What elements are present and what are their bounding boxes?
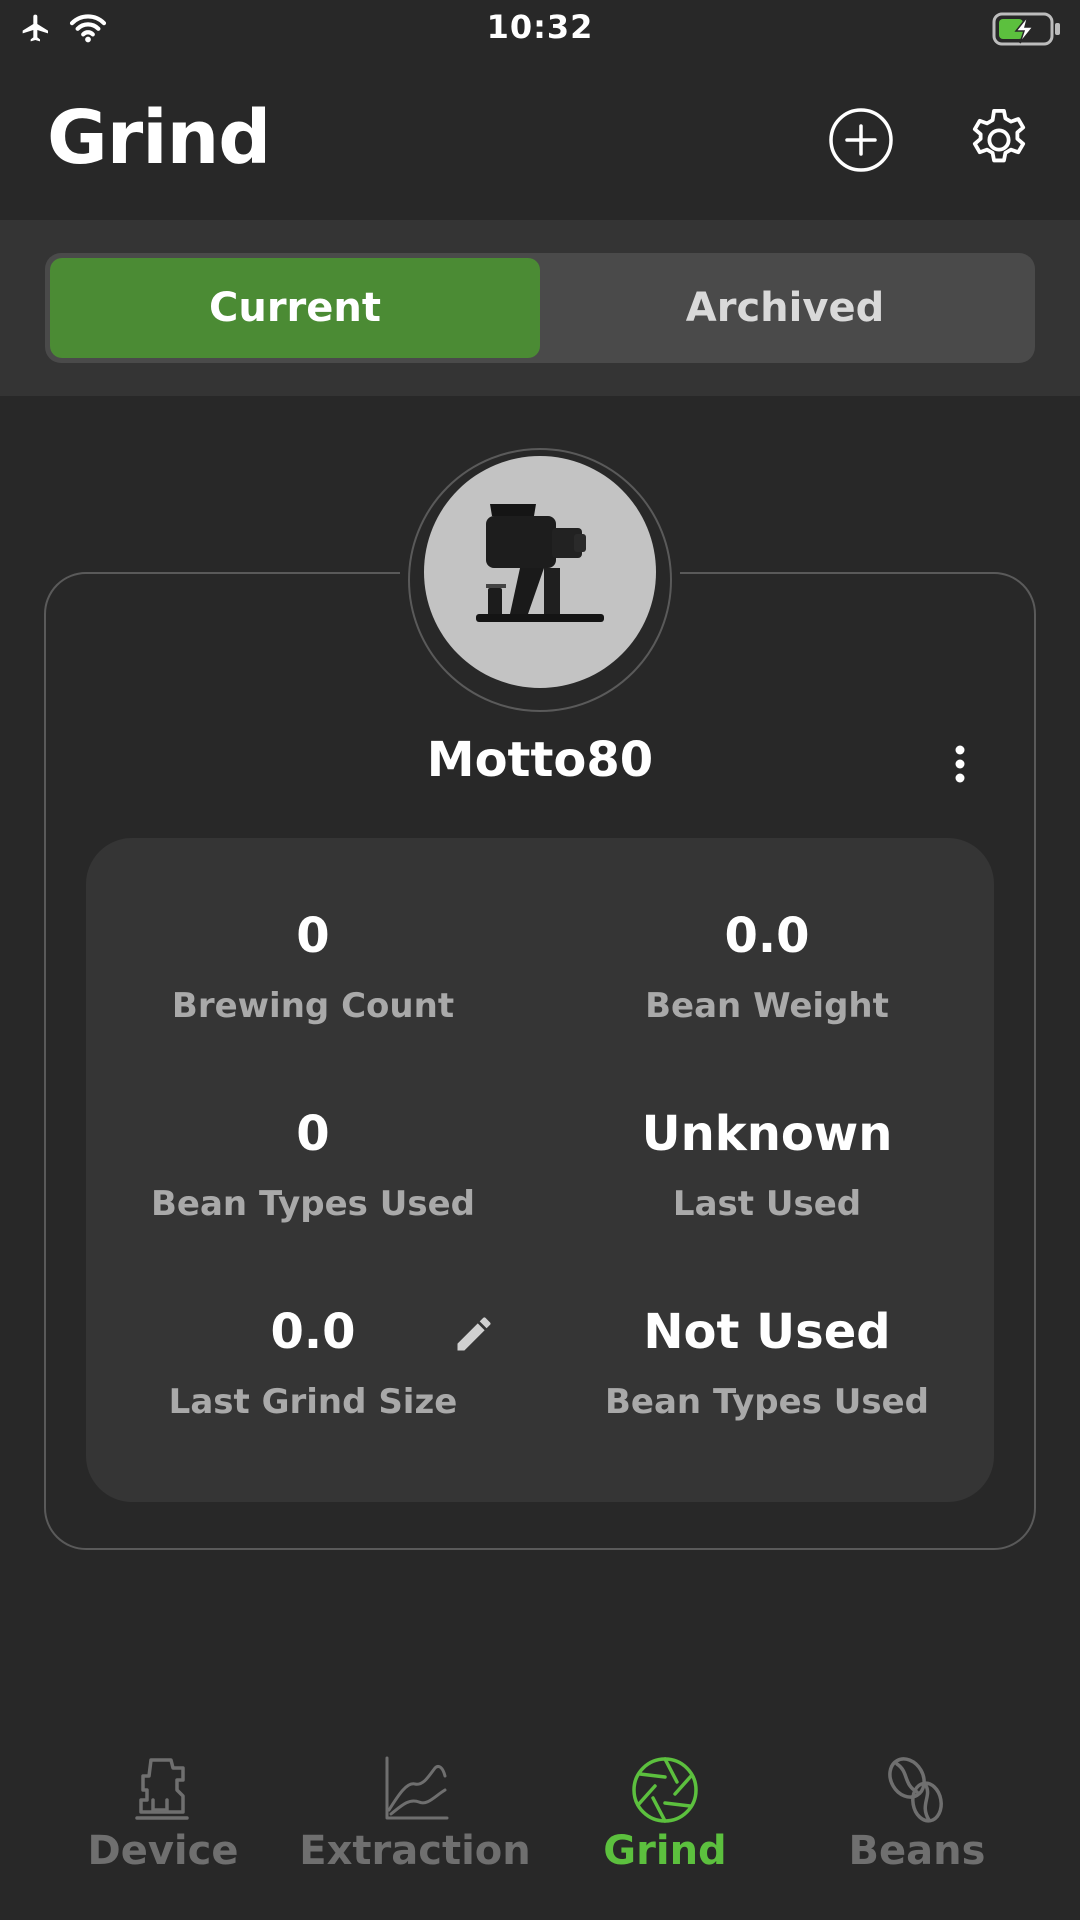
grinder-image bbox=[476, 504, 604, 622]
stat-label: Bean Types Used bbox=[151, 1184, 475, 1224]
stat-label: Last Used bbox=[672, 1184, 862, 1224]
tab-current[interactable]: Current bbox=[50, 258, 540, 358]
status-time: 10:32 bbox=[486, 8, 594, 46]
stat-value: Unknown bbox=[641, 1106, 893, 1162]
stat-last-grind-size: 0.0 Last Grind Size bbox=[86, 1302, 540, 1424]
segmented-control: Current Archived bbox=[45, 253, 1035, 363]
stat-label: Brewing Count bbox=[171, 986, 455, 1026]
device-name: Motto80 bbox=[426, 732, 654, 788]
page-title: Grind bbox=[47, 95, 271, 181]
espresso-machine-icon bbox=[135, 1758, 189, 1820]
nav-item-device[interactable]: Device bbox=[38, 1740, 288, 1920]
stat-last-used: Unknown Last Used bbox=[540, 1104, 994, 1226]
more-vertical-icon[interactable] bbox=[940, 740, 980, 788]
stat-bean-types-used: 0 Bean Types Used bbox=[86, 1104, 540, 1226]
header: Grind bbox=[0, 60, 1080, 220]
nav-item-extraction[interactable]: Extraction bbox=[290, 1740, 540, 1920]
stat-bean-weight: 0.0 Bean Weight bbox=[540, 906, 994, 1028]
stat-bean-types-used-2: Not Used Bean Types Used bbox=[540, 1302, 994, 1424]
nav-label: Extraction bbox=[299, 1828, 531, 1874]
stat-label: Bean Weight bbox=[645, 986, 889, 1026]
nav-label: Grind bbox=[603, 1828, 727, 1874]
nav-item-grind[interactable]: Grind bbox=[540, 1740, 790, 1920]
aperture-icon bbox=[632, 1757, 698, 1823]
stat-brewing-count: 0 Brewing Count bbox=[86, 906, 540, 1028]
pencil-icon[interactable] bbox=[452, 1312, 496, 1356]
nav-item-beans[interactable]: Beans bbox=[792, 1740, 1042, 1920]
bottom-nav: Device Extraction Grind Beans bbox=[0, 1740, 1080, 1920]
coffee-beans-icon bbox=[888, 1757, 943, 1823]
gear-icon[interactable] bbox=[964, 105, 1034, 175]
status-bar: 10:32 bbox=[0, 0, 1080, 60]
add-button[interactable] bbox=[826, 105, 896, 175]
nav-label: Device bbox=[87, 1828, 239, 1874]
tab-archived[interactable]: Archived bbox=[540, 258, 1030, 358]
stat-value: Not Used bbox=[643, 1304, 891, 1360]
stat-label: Last Grind Size bbox=[168, 1382, 458, 1422]
stat-value: 0.0 bbox=[724, 908, 810, 964]
stat-label: Bean Types Used bbox=[605, 1382, 929, 1422]
stat-value: 0 bbox=[296, 908, 330, 964]
battery-charging-icon bbox=[992, 12, 1060, 46]
segment-area: Current Archived bbox=[0, 220, 1080, 396]
device-avatar bbox=[424, 456, 656, 688]
nav-label: Beans bbox=[848, 1828, 986, 1874]
stats-panel: 0 Brewing Count 0.0 Bean Weight 0 Bean T… bbox=[86, 838, 994, 1502]
chart-line-icon bbox=[385, 1756, 449, 1820]
stat-value: 0 bbox=[296, 1106, 330, 1162]
